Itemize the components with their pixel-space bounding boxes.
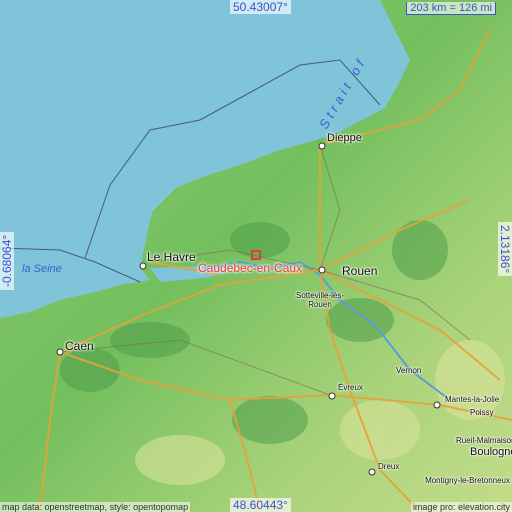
image-credit: image pro: elevation.city	[410, 502, 512, 512]
place-caen[interactable]: Caen	[65, 339, 94, 353]
coord-top: 50.43007°	[230, 0, 291, 14]
coord-left: -0.68064°	[0, 231, 14, 290]
place-le-havre[interactable]: Le Havre	[147, 250, 196, 264]
water-label-seine: la Seine	[22, 263, 62, 275]
scale-bar: 203 km = 126 mi	[406, 2, 496, 15]
coord-right: 2.13186°	[498, 222, 512, 277]
place-dieppe[interactable]: Dieppe	[327, 132, 362, 144]
place-dreux[interactable]: Dreux	[378, 462, 399, 471]
place-sotteville[interactable]: Sotteville-lès-Rouen	[290, 291, 350, 309]
terrain-layer	[0, 0, 512, 512]
place-rouen[interactable]: Rouen	[342, 264, 377, 278]
coord-bottom: 48.60443°	[230, 498, 291, 512]
place-mantes[interactable]: Mantes-la-Jolie	[445, 395, 499, 404]
map-credit: map data: openstreetmap, style: opentopo…	[0, 502, 191, 512]
place-montigny[interactable]: Montigny-le-Bretonneux	[410, 476, 510, 485]
place-vernon[interactable]: Vernon	[396, 366, 421, 375]
map-view[interactable]: 50.43007° 48.60443° -0.68064° 2.13186° 2…	[0, 0, 512, 512]
place-evreux[interactable]: Évreux	[338, 383, 363, 392]
place-caudebec-en-caux[interactable]: Caudebec-en-Caux	[198, 261, 302, 275]
place-poissy[interactable]: Poissy	[470, 408, 494, 417]
place-rueil[interactable]: Rueil-Malmaison	[456, 436, 512, 445]
place-boulogne[interactable]: Boulogne	[470, 446, 512, 458]
